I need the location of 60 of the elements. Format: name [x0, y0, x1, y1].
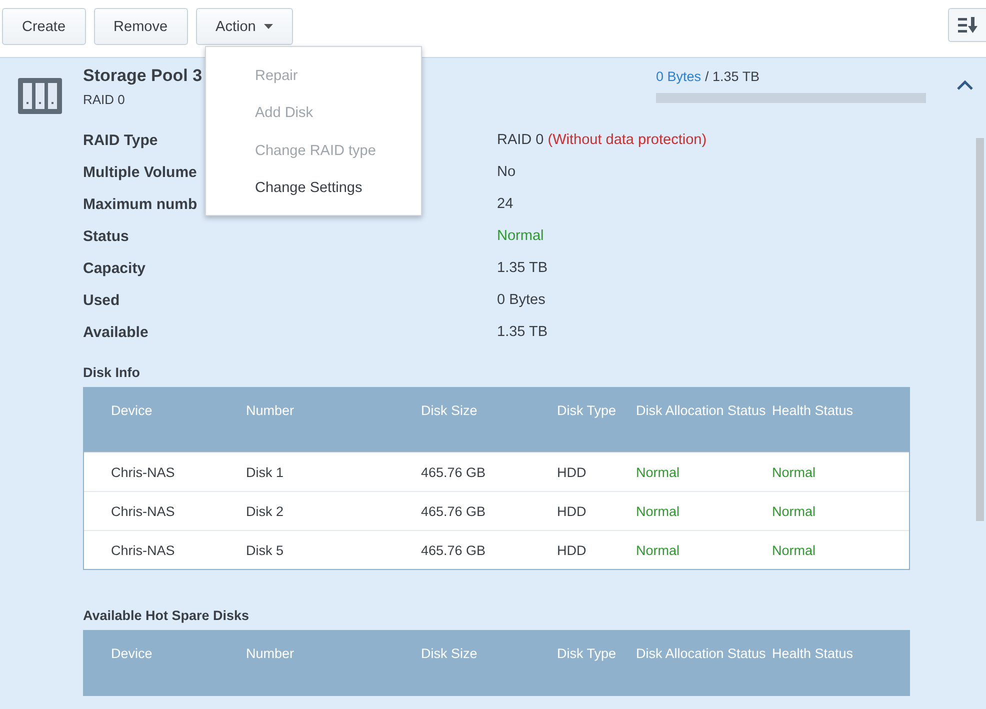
column-header: Health Status [772, 402, 854, 420]
table-cell-text: 465.76 GB [421, 504, 487, 518]
section-heading: Available Hot Spare Disks [83, 608, 250, 623]
table-cell-text: 465.76 GB [421, 464, 487, 480]
detail-value: Normal [497, 228, 544, 246]
table-cell-text: Disk 5 [246, 542, 285, 558]
detail-value: No [497, 164, 516, 182]
detail-label: Multiple Volume [83, 164, 197, 183]
table-cell-text: HDD [557, 464, 588, 480]
table-cell-text: Chris-NAS [111, 464, 176, 480]
table-cell-text: HDD [557, 504, 588, 518]
column-header: Disk Type [557, 645, 618, 663]
detail-label: Available [83, 324, 148, 343]
column-header: Disk Type [557, 402, 618, 420]
column-header: Disk Allocation Status [636, 402, 767, 420]
table-cell-text: Normal [772, 464, 817, 480]
used-amount: 0 Bytes [656, 69, 702, 84]
sort-button[interactable] [948, 8, 986, 42]
toolbar-button[interactable]: Create [2, 8, 86, 45]
action-dropdown[interactable]: Action [196, 8, 293, 45]
detail-value: 1.35 TB [497, 260, 548, 278]
scrollbar[interactable] [976, 138, 984, 521]
pool-title: Storage Pool 3 [83, 66, 202, 86]
detail-label: RAID Type [83, 132, 158, 151]
storage-pool-icon [18, 78, 62, 114]
detail-value: 24 [497, 196, 514, 214]
table-cell-text: Normal [636, 542, 681, 558]
table-cell-text: Chris-NAS [111, 504, 176, 518]
table-cell-text: Normal [636, 464, 681, 480]
raid-level: RAID 0 [83, 92, 125, 107]
table-cell-text: 465.76 GB [421, 542, 487, 558]
column-header: Device [111, 402, 154, 420]
sort-icon [956, 16, 978, 34]
column-header: Disk Size [421, 645, 478, 663]
detail-value: 1.35 TB [497, 324, 548, 342]
section-heading: Disk Info [83, 365, 142, 380]
column-header: Number [246, 645, 296, 663]
total-capacity: / 1.35 TB [705, 69, 760, 84]
warning-note: (Without data protection) [548, 132, 707, 150]
table-cell-text: Normal [636, 504, 681, 518]
table-cell-text: HDD [557, 542, 588, 558]
column-header: Device [111, 645, 154, 663]
detail-label: Used [83, 292, 120, 311]
column-header: Disk Size [421, 402, 478, 420]
column-header: Number [246, 402, 296, 420]
detail-value: 0 Bytes [497, 292, 546, 310]
detail-label: Maximum numb [83, 196, 198, 215]
table-cell-text: Normal [772, 542, 817, 558]
detail-label: Capacity [83, 260, 146, 279]
table-cell-text: Chris-NAS [111, 542, 176, 558]
column-header: Health Status [772, 645, 854, 663]
toolbar-button[interactable]: Remove [94, 8, 188, 45]
table-cell-text: Disk 1 [246, 464, 285, 480]
caret-icon [264, 24, 273, 29]
column-header: Disk Allocation Status [636, 645, 767, 663]
detail-label: Status [83, 228, 129, 247]
detail-value: RAID 0 [497, 132, 544, 150]
table-cell-text: Normal [772, 504, 817, 518]
menu-item[interactable]: Change Settings [206, 170, 421, 207]
table-cell-text: Disk 2 [246, 504, 285, 518]
